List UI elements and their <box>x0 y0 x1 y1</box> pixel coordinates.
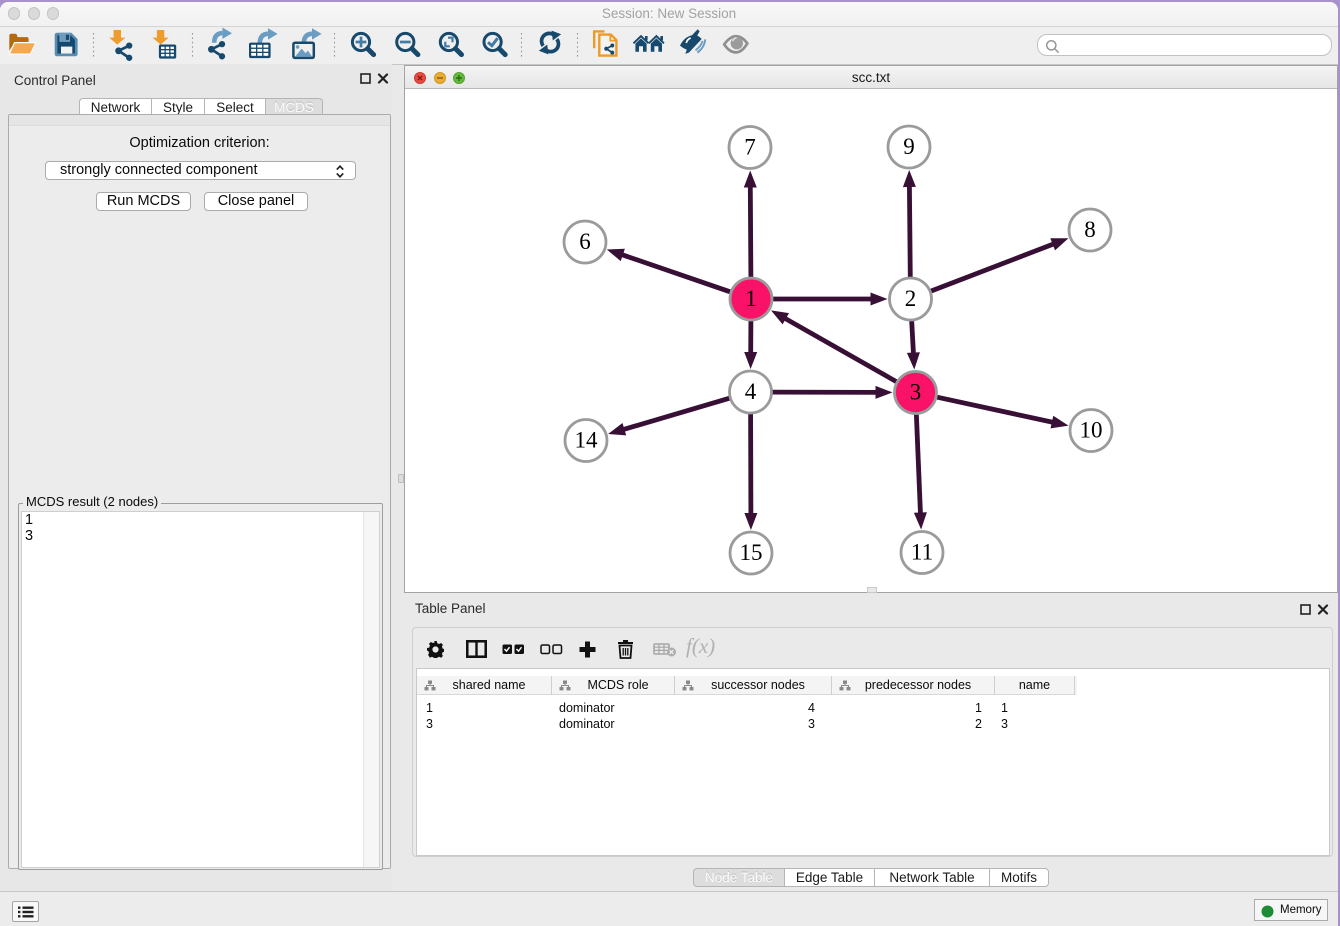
svg-text:15: 15 <box>740 540 763 565</box>
svg-text:11: 11 <box>911 540 933 565</box>
svg-text:1: 1 <box>745 286 757 311</box>
svg-text:2: 2 <box>905 286 917 311</box>
svg-text:3: 3 <box>910 380 922 405</box>
svg-text:8: 8 <box>1084 217 1096 242</box>
svg-text:14: 14 <box>575 428 599 453</box>
svg-text:4: 4 <box>745 379 757 404</box>
svg-text:6: 6 <box>579 229 591 254</box>
svg-text:10: 10 <box>1080 418 1103 443</box>
svg-text:7: 7 <box>744 135 756 160</box>
svg-text:9: 9 <box>903 134 915 159</box>
